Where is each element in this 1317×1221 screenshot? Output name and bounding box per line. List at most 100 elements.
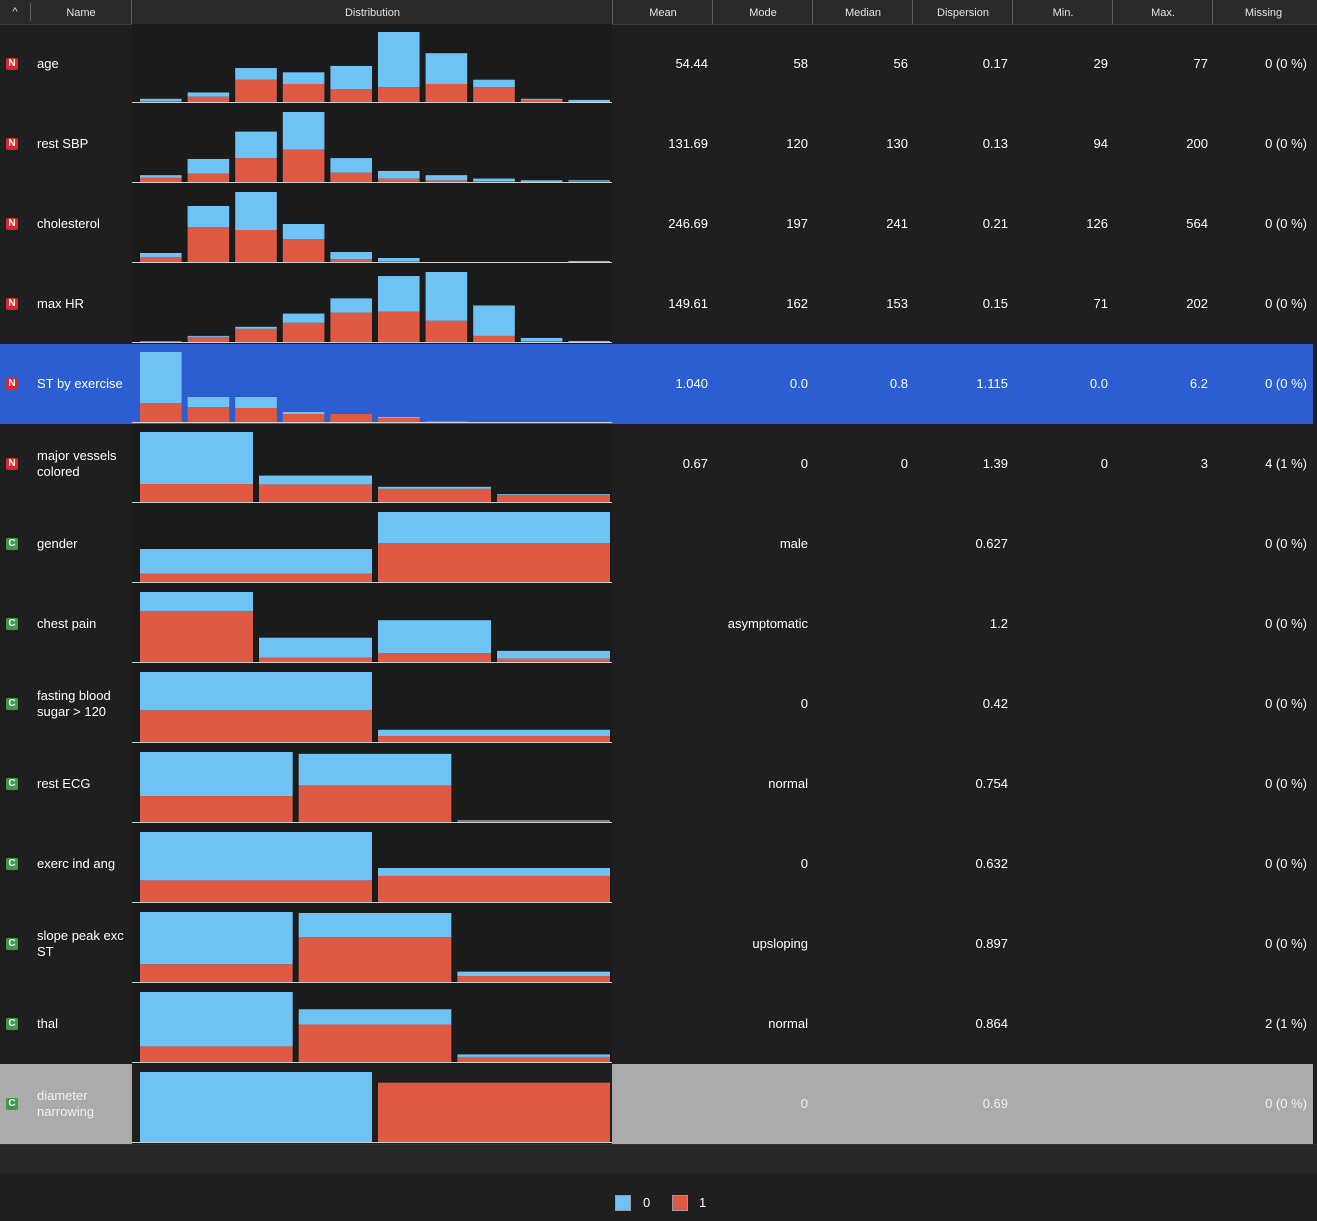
table-row[interactable]: Cexerc ind ang 0 0.632 0 (0 %) xyxy=(0,824,1313,904)
median-value: 241 xyxy=(886,216,908,231)
max-value: 200 xyxy=(1186,136,1208,151)
variable-name: gender xyxy=(37,504,129,584)
mode-value: 0 xyxy=(800,856,808,871)
table-row[interactable]: Crest ECG normal 0.754 0 (0 %) xyxy=(0,744,1313,824)
histogram-bar-class-0 xyxy=(378,276,420,312)
table-row[interactable]: Cslope peak exc ST upsloping 0.897 0 (0 %) xyxy=(0,904,1313,984)
distribution-histogram xyxy=(132,1064,612,1144)
mean-value xyxy=(612,904,708,984)
column-header-min[interactable]: Min. xyxy=(1012,0,1113,24)
histogram-bar-class-1 xyxy=(378,261,420,262)
mode-value: 58 xyxy=(793,56,808,71)
table-row[interactable]: Cdiameter narrowing 0 0.69 0 (0 %) xyxy=(0,1064,1313,1144)
mode-value: 120 xyxy=(786,136,808,151)
median-value: 153 xyxy=(886,296,908,311)
distribution-histogram xyxy=(132,824,612,904)
distribution-histogram xyxy=(132,424,612,504)
table-row[interactable]: N ST by exercise 1.040 0.0 0.8 1.115 0.0 6.2 0 (… xyxy=(0,344,1313,424)
table-row[interactable]: Ncholesterol 246.69 197 241 0.21 126 564 0 (0 %… xyxy=(0,184,1313,264)
min-value: 126 xyxy=(1086,216,1108,231)
table-row[interactable]: Nmajor vessels colored 0.67 0 0 1.39 0 3 4 (1 %… xyxy=(0,424,1313,504)
histogram-svg xyxy=(132,192,612,263)
histogram-bar-class-0 xyxy=(520,180,563,182)
histogram-bar-class-0 xyxy=(378,868,610,876)
min-value: 71 xyxy=(1093,296,1108,311)
histogram-bar-class-0 xyxy=(298,1009,452,1025)
mean-value xyxy=(612,824,708,904)
histogram-svg xyxy=(132,592,612,663)
histogram-bar-class-0 xyxy=(235,397,277,408)
histogram-bar-class-0 xyxy=(187,92,230,97)
histogram-bar-class-0 xyxy=(497,650,610,659)
sort-toggle-button[interactable]: ^ xyxy=(0,3,31,21)
table-row[interactable]: Nmax HR 149.61 162 153 0.15 71 202 0 (0 %) xyxy=(0,264,1313,344)
column-header-distribution[interactable]: Distribution xyxy=(131,0,613,24)
variable-name: exerc ind ang xyxy=(37,824,129,904)
histogram-bar-class-0 xyxy=(140,352,182,403)
histogram-bar-class-1 xyxy=(425,320,468,342)
histogram-bar-class-1 xyxy=(235,230,277,262)
column-header-missing[interactable]: Missing xyxy=(1212,0,1314,24)
histogram-bar-class-1 xyxy=(140,610,253,662)
distribution-histogram xyxy=(132,24,612,104)
missing-value: 0 (0 %) xyxy=(1265,936,1307,951)
dispersion-value: 0.627 xyxy=(975,536,1008,551)
dispersion-value: 0.864 xyxy=(975,1016,1008,1031)
mode-value: 197 xyxy=(786,216,808,231)
column-header-max[interactable]: Max. xyxy=(1112,0,1213,24)
mode-value: 0 xyxy=(800,696,808,711)
histogram-bar-class-0 xyxy=(235,68,277,80)
dispersion-value: 0.13 xyxy=(982,136,1008,151)
numeric-variable-icon: N xyxy=(6,58,18,70)
dispersion-value: 0.632 xyxy=(975,856,1008,871)
column-header-mean[interactable]: Mean xyxy=(612,0,713,24)
table-row[interactable]: Nrest SBP 131.69 120 130 0.13 94 200 0 (0 %) xyxy=(0,104,1313,184)
histogram-bar-class-1 xyxy=(425,83,468,102)
mode-value: normal xyxy=(768,776,808,791)
histogram-bar-class-1 xyxy=(187,407,230,422)
histogram-bar-class-0 xyxy=(378,729,610,737)
missing-value: 2 (1 %) xyxy=(1265,1016,1307,1031)
variable-name: rest SBP xyxy=(37,104,129,184)
missing-value: 0 (0 %) xyxy=(1265,776,1307,791)
histogram-bar-class-0 xyxy=(457,1054,610,1057)
histogram-bar-class-1 xyxy=(140,710,372,742)
histogram-bar-class-1 xyxy=(298,785,452,822)
variable-name-text: rest SBP xyxy=(37,136,89,151)
histogram-bar-class-0 xyxy=(140,592,253,611)
column-header-median[interactable]: Median xyxy=(812,0,913,24)
table-row[interactable]: Cgender male 0.627 0 (0 %) xyxy=(0,504,1313,584)
histogram-bar-class-0 xyxy=(568,99,610,102)
histogram-bar-class-1 xyxy=(378,653,491,662)
histogram-bar-class-1 xyxy=(568,181,610,182)
mean-value xyxy=(612,1064,708,1144)
histogram-bar-class-0 xyxy=(378,620,491,654)
column-header-name[interactable]: Name xyxy=(31,0,131,24)
histogram-bar-class-1 xyxy=(457,976,610,982)
variable-name: max HR xyxy=(37,264,129,344)
table-row[interactable]: Cchest pain asymptomatic 1.2 0 (0 %) xyxy=(0,584,1313,664)
legend-label-0: 0 xyxy=(643,1195,651,1210)
histogram-bar-class-1 xyxy=(330,259,372,262)
table-row[interactable]: Cthal normal 0.864 2 (1 %) xyxy=(0,984,1313,1064)
legend: 0 1 xyxy=(0,1172,1317,1221)
variable-name-text: fasting blood sugar > 120 xyxy=(37,688,111,719)
status-bar xyxy=(0,1144,1317,1173)
histogram-bar-class-0 xyxy=(140,992,293,1047)
histogram-svg xyxy=(132,832,612,903)
histogram-svg xyxy=(132,112,612,183)
categorical-variable-icon: C xyxy=(6,538,18,550)
missing-value: 0 (0 %) xyxy=(1265,216,1307,231)
histogram-bar-class-1 xyxy=(140,573,372,582)
missing-value: 0 (0 %) xyxy=(1265,696,1307,711)
median-value xyxy=(812,504,908,584)
column-header-mode[interactable]: Mode xyxy=(712,0,813,24)
median-value xyxy=(812,824,908,904)
table-row[interactable]: Nage 54.44 58 56 0.17 29 77 0 (0 %) xyxy=(0,24,1313,104)
table-row[interactable]: Cfasting blood sugar > 120 0 0.42 0 (0 %) xyxy=(0,664,1313,744)
column-header-dispersion[interactable]: Dispersion xyxy=(912,0,1013,24)
histogram-bar-class-0 xyxy=(187,397,230,407)
mean-value: 149.61 xyxy=(668,296,708,311)
histogram-bar-class-1 xyxy=(235,79,277,102)
histogram-bar-class-1 xyxy=(187,227,230,262)
